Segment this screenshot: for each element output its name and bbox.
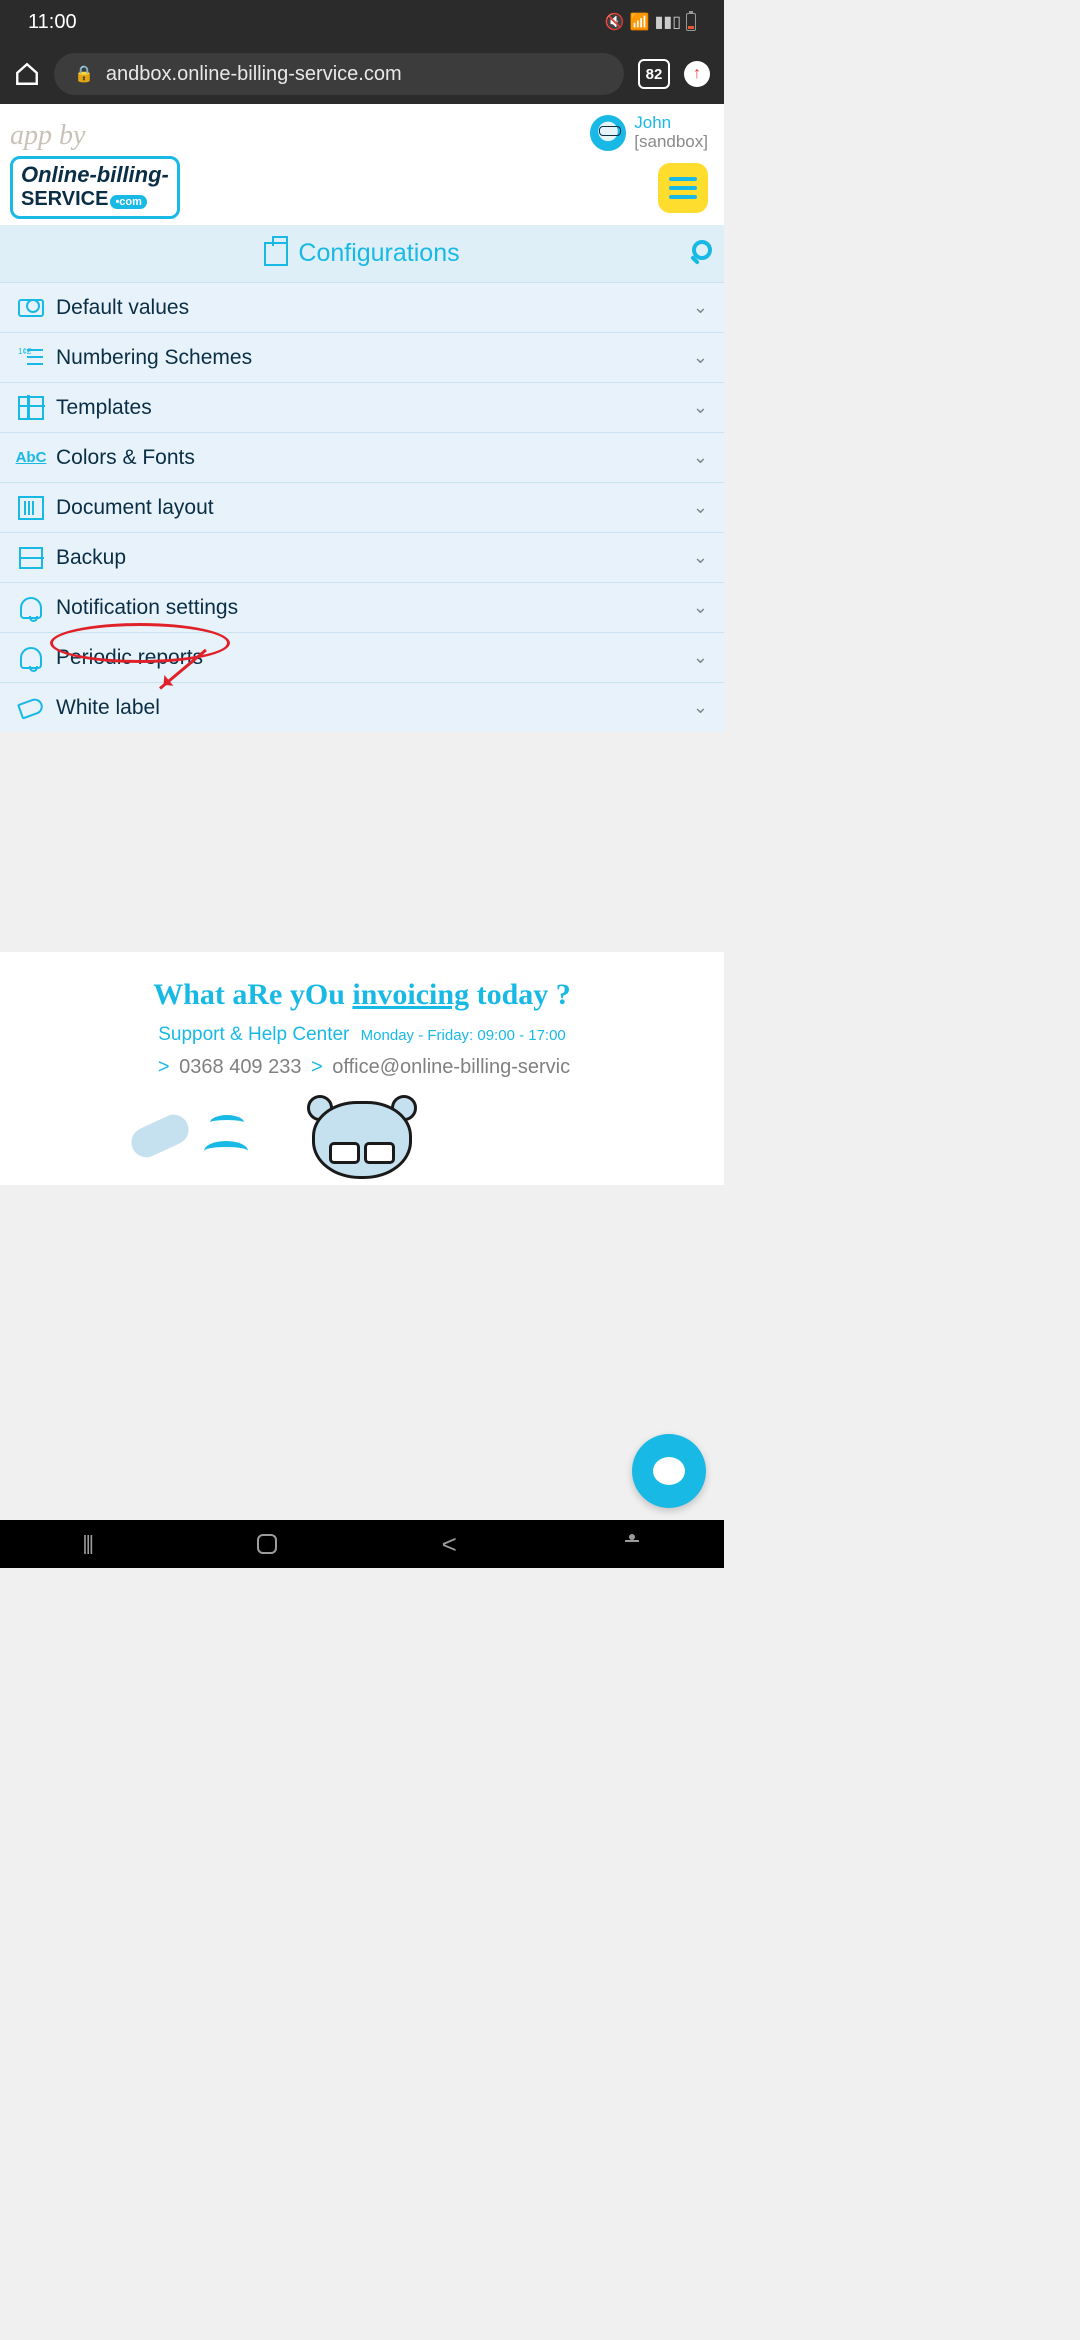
chevron-down-icon: ⌄ xyxy=(693,497,708,518)
backup-icon xyxy=(19,547,43,569)
chevron-down-icon: ⌄ xyxy=(693,347,708,368)
search-button[interactable] xyxy=(684,240,712,268)
lock-icon: 🔒 xyxy=(74,64,94,84)
email-link[interactable]: office@online-billing-servic xyxy=(332,1056,570,1078)
support-link[interactable]: Support & Help Center xyxy=(158,1024,349,1045)
section-title-label: Configurations xyxy=(298,239,459,268)
nav-recents-button[interactable]: ||| xyxy=(82,1533,92,1556)
user-name: John xyxy=(634,114,708,133)
nav-accessibility-button[interactable] xyxy=(622,1534,642,1554)
templates-icon xyxy=(18,396,44,420)
row-notification-settings[interactable]: Notification settings ⌄ xyxy=(0,582,724,632)
row-backup[interactable]: Backup ⌄ xyxy=(0,532,724,582)
row-periodic-reports[interactable]: Periodic reports ⌄ xyxy=(0,632,724,682)
support-hours: Monday - Friday: 09:00 - 17:00 xyxy=(361,1027,566,1044)
phone-link[interactable]: 0368 409 233 xyxy=(179,1056,301,1078)
empty-space xyxy=(0,732,724,952)
brand-row: Online-billing- SERVICE•com xyxy=(0,152,724,225)
wifi-icon: 📶 xyxy=(630,12,650,32)
footer: What aRe yOu invoicing today ? Support &… xyxy=(0,952,724,1185)
row-white-label[interactable]: White label ⌄ xyxy=(0,682,724,732)
hamburger-icon xyxy=(669,177,697,181)
mute-icon: 🔇 xyxy=(605,12,625,32)
device-nav-bar: ||| < xyxy=(0,1520,724,1568)
config-area: Configurations Default values ⌄ Numberin… xyxy=(0,225,724,732)
app-by-label: app by xyxy=(10,120,85,152)
default-values-icon xyxy=(18,299,44,317)
page-header: app by John [sandbox] xyxy=(0,104,724,152)
row-default-values[interactable]: Default values ⌄ xyxy=(0,282,724,332)
chevron-down-icon: ⌄ xyxy=(693,547,708,568)
tagline: What aRe yOu invoicing today ? xyxy=(10,978,714,1012)
address-bar[interactable]: 🔒 andbox.online-billing-service.com xyxy=(54,53,624,95)
status-bar: 11:00 🔇 📶 ▮▮▯ xyxy=(0,0,724,44)
colors-fonts-icon: AbC xyxy=(16,449,47,466)
numbering-icon xyxy=(18,348,44,368)
support-line: Support & Help Center Monday - Friday: 0… xyxy=(10,1024,714,1046)
user-sub: [sandbox] xyxy=(634,133,708,152)
upload-arrow-icon: ↑ xyxy=(693,65,701,83)
tag-icon xyxy=(17,696,45,719)
section-title: Configurations xyxy=(0,225,724,282)
nav-back-button[interactable]: < xyxy=(442,1529,457,1560)
signal-icon: ▮▮▯ xyxy=(655,12,681,32)
row-colors-fonts[interactable]: AbC Colors & Fonts ⌄ xyxy=(0,432,724,482)
chevron-down-icon: ⌄ xyxy=(693,447,708,468)
page-content: app by John [sandbox] Online-billing- SE… xyxy=(0,104,724,1185)
chevron-down-icon: ⌄ xyxy=(693,697,708,718)
tab-count-button[interactable]: 82 xyxy=(638,59,670,89)
row-document-layout[interactable]: Document layout ⌄ xyxy=(0,482,724,532)
url-text: andbox.online-billing-service.com xyxy=(106,63,402,86)
search-icon xyxy=(692,240,712,260)
nav-home-button[interactable] xyxy=(257,1534,277,1554)
browser-bar: 🔒 andbox.online-billing-service.com 82 ↑ xyxy=(0,44,724,104)
avatar-icon xyxy=(590,115,626,151)
browser-action-button[interactable]: ↑ xyxy=(684,61,710,87)
row-numbering-schemes[interactable]: Numbering Schemes ⌄ xyxy=(0,332,724,382)
configurations-icon xyxy=(264,242,288,266)
bell-icon xyxy=(20,647,42,669)
chevron-down-icon: ⌄ xyxy=(693,597,708,618)
battery-icon xyxy=(686,13,696,31)
chat-icon xyxy=(653,1457,685,1485)
status-time: 11:00 xyxy=(28,11,605,34)
logo[interactable]: Online-billing- SERVICE•com xyxy=(10,156,180,219)
status-icons: 🔇 📶 ▮▮▯ xyxy=(605,12,696,32)
mascot xyxy=(10,1095,714,1175)
row-templates[interactable]: Templates ⌄ xyxy=(0,382,724,432)
browser-home-button[interactable] xyxy=(14,61,40,87)
bear-icon xyxy=(307,1095,417,1175)
chevron-down-icon: ⌄ xyxy=(693,297,708,318)
chat-fab[interactable] xyxy=(632,1434,706,1508)
chevron-down-icon: ⌄ xyxy=(693,397,708,418)
bell-icon xyxy=(20,597,42,619)
document-layout-icon xyxy=(18,496,44,520)
user-block[interactable]: John [sandbox] xyxy=(590,114,708,151)
chevron-down-icon: ⌄ xyxy=(693,647,708,668)
menu-button[interactable] xyxy=(658,163,708,213)
contact-line: > 0368 409 233 > office@online-billing-s… xyxy=(10,1056,714,1079)
